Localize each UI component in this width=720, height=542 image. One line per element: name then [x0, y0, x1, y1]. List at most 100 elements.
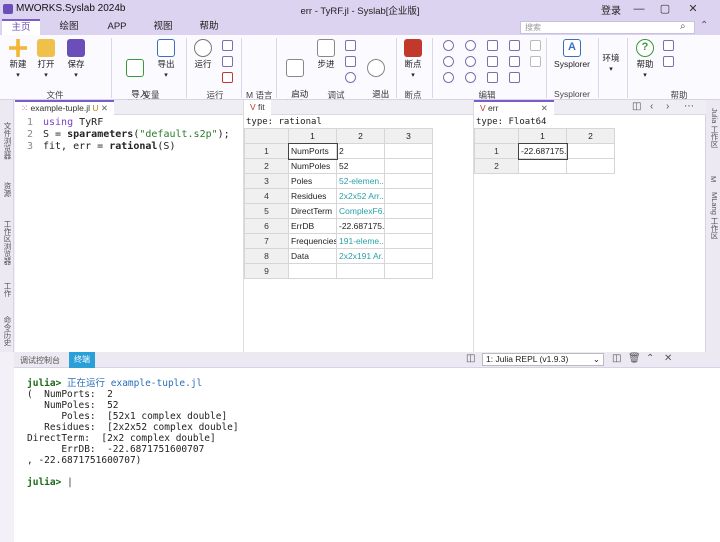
- tab-debug-console[interactable]: 调试控制台: [20, 355, 60, 366]
- table-cell[interactable]: [288, 263, 337, 279]
- table-cell[interactable]: DirectTerm: [288, 203, 337, 219]
- row-header[interactable]: 7: [244, 233, 289, 249]
- indent-icon[interactable]: [443, 72, 454, 83]
- row-header[interactable]: 2: [474, 158, 519, 174]
- tab-view[interactable]: 视图: [144, 19, 182, 35]
- terminal-layout-icon[interactable]: ◫: [466, 353, 475, 364]
- back-icon[interactable]: [443, 40, 454, 51]
- close-icon[interactable]: ✕: [684, 1, 702, 17]
- sidebar-item-workspace-browser[interactable]: 工作区浏览器: [2, 220, 13, 265]
- debug-small-icon[interactable]: [345, 40, 356, 51]
- doc-icon[interactable]: [663, 56, 674, 67]
- table-cell[interactable]: [566, 158, 615, 174]
- more-icon[interactable]: ⋯: [684, 101, 694, 112]
- tab-plot[interactable]: 绘图: [50, 19, 88, 35]
- sidebar-item-command-history[interactable]: 命令历史: [2, 316, 13, 346]
- table-cell[interactable]: [384, 218, 433, 234]
- code-line[interactable]: 2S = sparameters("default.s2p");: [15, 129, 243, 141]
- table-cell[interactable]: 2x2x52 Arr...: [336, 188, 385, 204]
- outdent-icon[interactable]: [465, 72, 476, 83]
- forward-icon[interactable]: [465, 40, 476, 51]
- row-header[interactable]: 9: [244, 263, 289, 279]
- table-cell[interactable]: Frequencies: [288, 233, 337, 249]
- table-cell[interactable]: [336, 263, 385, 279]
- code-line[interactable]: 1 using TyRF: [15, 117, 243, 129]
- table-cell[interactable]: -22.687175...: [336, 218, 385, 234]
- table-cell[interactable]: Residues: [288, 188, 337, 204]
- row-header[interactable]: 5: [244, 203, 289, 219]
- debug-small-icon[interactable]: [345, 56, 356, 67]
- table-cell[interactable]: -22.687175...: [517, 142, 568, 160]
- julia-repl-terminal[interactable]: julia> 正在运行 example-tuple.jl( NumPorts: …: [14, 368, 720, 542]
- row-header[interactable]: 1: [244, 143, 289, 159]
- uncomment-icon[interactable]: [465, 56, 476, 67]
- step-in-button[interactable]: 步进: [313, 39, 339, 69]
- row-header[interactable]: 4: [244, 188, 289, 204]
- table-cell[interactable]: [384, 248, 433, 264]
- table-cell[interactable]: [384, 158, 433, 174]
- replace-icon[interactable]: [509, 56, 520, 67]
- tab-app[interactable]: APP: [98, 19, 136, 35]
- save-button[interactable]: 保存 ▾: [62, 39, 90, 81]
- table-cell[interactable]: NumPorts: [287, 142, 338, 160]
- split-terminal-icon[interactable]: ◫: [612, 353, 621, 364]
- table-cell[interactable]: [384, 203, 433, 219]
- tab-help[interactable]: 帮助: [190, 19, 228, 35]
- row-header[interactable]: 1: [474, 143, 519, 159]
- table-cell[interactable]: [384, 263, 433, 279]
- table-cell[interactable]: [566, 143, 615, 159]
- run-button[interactable]: 运行: [190, 39, 216, 69]
- column-header[interactable]: 1: [518, 128, 567, 144]
- search-input[interactable]: 搜索: [520, 21, 695, 34]
- tab-example-tuple[interactable]: ⁙ example-tuple.jl U ✕: [15, 100, 115, 115]
- row-header[interactable]: 6: [244, 218, 289, 234]
- collapse-ribbon-icon[interactable]: ⌃: [700, 20, 708, 31]
- find-icon[interactable]: [509, 40, 520, 51]
- column-header[interactable]: 3: [384, 128, 433, 144]
- chevron-up-icon[interactable]: ⌃: [646, 353, 654, 364]
- environment-button[interactable]: 环境 ▾: [600, 53, 622, 75]
- sidebar-item-m[interactable]: M: [709, 176, 718, 182]
- bookmark-prev-icon[interactable]: [487, 72, 498, 83]
- tab-terminal[interactable]: 终端: [69, 352, 95, 368]
- maximize-icon[interactable]: ▢: [656, 1, 674, 17]
- goto-icon[interactable]: [509, 72, 520, 83]
- new-button[interactable]: 新建 ▾: [4, 39, 32, 81]
- table-cell[interactable]: 52: [336, 158, 385, 174]
- tab-fit[interactable]: V fit: [244, 100, 271, 115]
- table-cell[interactable]: [384, 233, 433, 249]
- tab-home[interactable]: 主页: [2, 19, 40, 35]
- search-icon[interactable]: ⌕: [680, 21, 686, 32]
- chevron-left-icon[interactable]: ‹: [650, 101, 653, 112]
- run-section-icon[interactable]: [222, 40, 233, 51]
- table-cell[interactable]: ComplexF6...: [336, 203, 385, 219]
- sidebar-item-julia-workspace[interactable]: Julia 工作区: [709, 108, 720, 148]
- table-cell[interactable]: ErrDB: [288, 218, 337, 234]
- bookmark-icon[interactable]: [487, 40, 498, 51]
- run-step-icon[interactable]: [222, 56, 233, 67]
- bookmark-next-icon[interactable]: [487, 56, 498, 67]
- table-cell[interactable]: 2: [336, 143, 385, 159]
- sidebar-item-mlang-workspace[interactable]: MLang 工作区: [709, 192, 720, 240]
- table-cell[interactable]: [384, 188, 433, 204]
- code-line[interactable]: 3 fit, err = rational(S): [15, 141, 243, 153]
- sidebar-item-resources[interactable]: 资源: [2, 182, 13, 197]
- trash-icon[interactable]: 🗑: [628, 353, 641, 364]
- row-header[interactable]: 2: [244, 158, 289, 174]
- split-editor-icon[interactable]: ◫: [632, 101, 641, 112]
- edit-small-icon[interactable]: [530, 56, 541, 67]
- close-panel-icon[interactable]: ✕: [664, 353, 672, 364]
- login-button[interactable]: 登录: [601, 2, 621, 17]
- repl-select[interactable]: 1: Julia REPL (v1.9.3) ⌄: [482, 353, 604, 366]
- row-header[interactable]: 8: [244, 248, 289, 264]
- chevron-right-icon[interactable]: ›: [666, 101, 669, 112]
- sidebar-item-file-browser[interactable]: 文件浏览器: [2, 122, 13, 160]
- export-button[interactable]: 导出 ▾: [152, 39, 180, 81]
- sidebar-item-work[interactable]: 工作: [2, 282, 13, 297]
- column-header[interactable]: 2: [336, 128, 385, 144]
- column-header[interactable]: 1: [288, 128, 337, 144]
- table-cell[interactable]: 52-elemen...: [336, 173, 385, 189]
- doc-icon[interactable]: [663, 40, 674, 51]
- table-cell[interactable]: 2x2x191 Ar...: [336, 248, 385, 264]
- table-cell[interactable]: Data: [288, 248, 337, 264]
